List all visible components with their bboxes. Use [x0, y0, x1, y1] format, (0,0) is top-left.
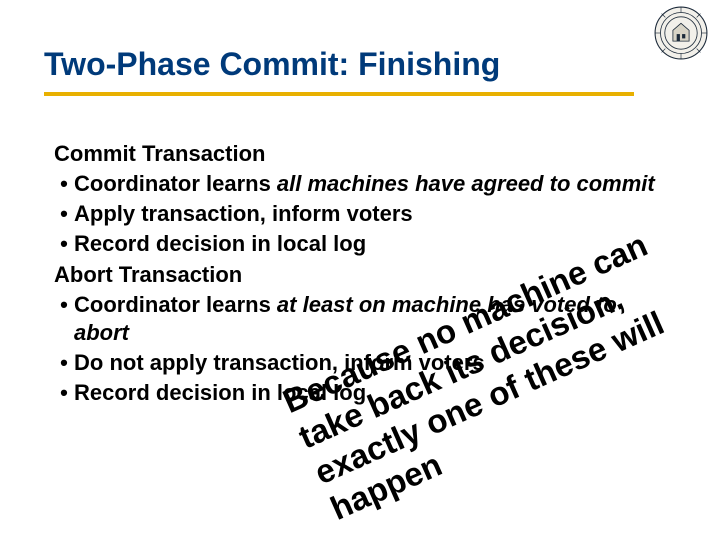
bullet-item: • Do not apply transaction, inform voter…: [54, 349, 664, 377]
institution-seal: [654, 6, 708, 60]
bullet-item: • Apply transaction, inform voters: [54, 200, 664, 228]
bullet-text: Record decision in local log: [74, 379, 664, 407]
bullet-glyph: •: [54, 170, 74, 198]
bullet-glyph: •: [54, 291, 74, 319]
bullet-text: Coordinator learns all machines have agr…: [74, 170, 664, 198]
bullet-item: • Record decision in local log: [54, 379, 664, 407]
slide: Two-Phase Commit: Finishing Commit Trans…: [0, 0, 720, 540]
bullet-item: • Coordinator learns at least on machine…: [54, 291, 664, 347]
bullet-text: Record decision in local log: [74, 230, 664, 258]
abort-heading: Abort Transaction: [54, 261, 664, 289]
bullet-item: • Record decision in local log: [54, 230, 664, 258]
slide-title: Two-Phase Commit: Finishing: [44, 48, 634, 82]
slide-body: Commit Transaction • Coordinator learns …: [54, 138, 664, 407]
bullet-text: Coordinator learns at least on machine h…: [74, 291, 664, 347]
bullet-glyph: •: [54, 379, 74, 407]
commit-heading: Commit Transaction: [54, 140, 664, 168]
bullet-text: Apply transaction, inform voters: [74, 200, 664, 228]
bullet-glyph: •: [54, 230, 74, 258]
title-block: Two-Phase Commit: Finishing: [44, 48, 634, 96]
bullet-glyph: •: [54, 349, 74, 377]
bullet-glyph: •: [54, 200, 74, 228]
title-underline: [44, 92, 634, 96]
bullet-item: • Coordinator learns all machines have a…: [54, 170, 664, 198]
bullet-text: Do not apply transaction, inform voters: [74, 349, 664, 377]
